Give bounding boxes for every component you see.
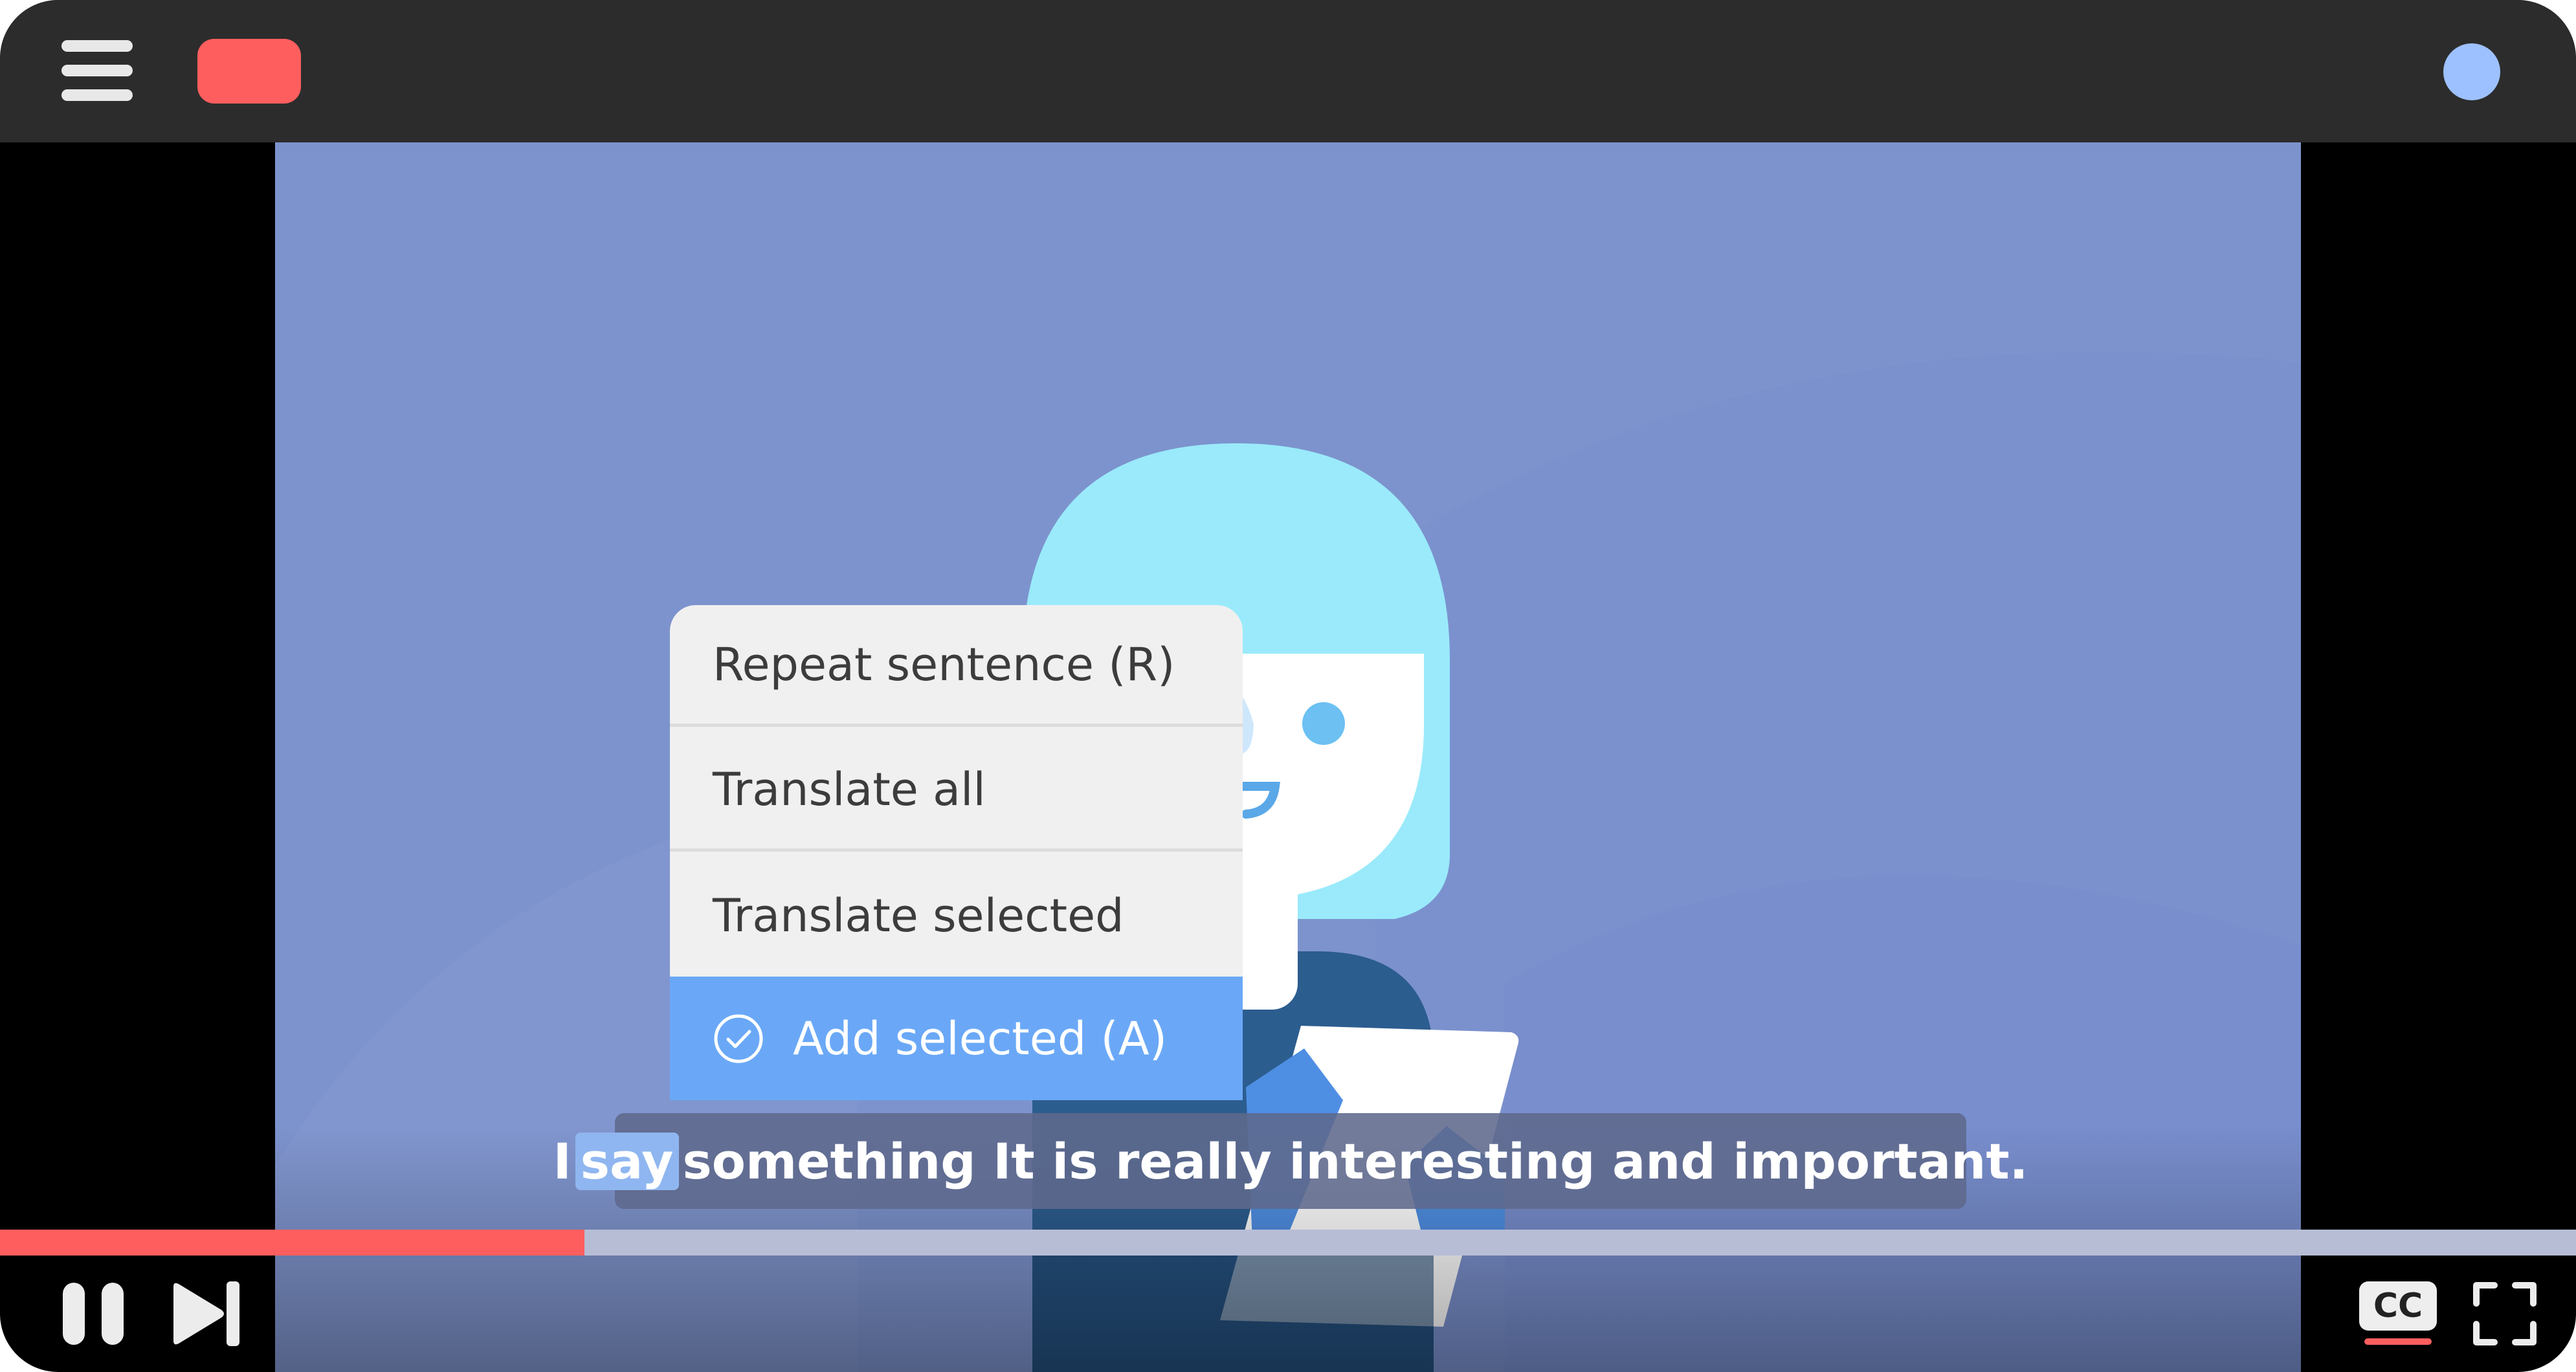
- check-circle-icon: [714, 1014, 763, 1063]
- top-bar: [0, 0, 2576, 142]
- closed-captions-button[interactable]: CC: [2359, 1281, 2437, 1346]
- subtitle-caption[interactable]: Isay something It is really interesting a…: [553, 1113, 2028, 1209]
- menu-item-translate-selected[interactable]: Translate selected: [670, 855, 1243, 977]
- menu-item-label: Translate selected: [713, 889, 1124, 942]
- menu-item-add-selected[interactable]: Add selected (A): [670, 977, 1243, 1100]
- avatar[interactable]: [2443, 43, 2500, 100]
- fullscreen-icon[interactable]: [2472, 1281, 2537, 1346]
- menu-item-label: Translate all: [713, 762, 986, 816]
- menu-item-repeat-sentence[interactable]: Repeat sentence (R): [670, 605, 1243, 727]
- skip-next-icon[interactable]: [170, 1281, 241, 1346]
- pause-icon[interactable]: [61, 1281, 126, 1346]
- cc-icon: CC: [2359, 1281, 2437, 1331]
- logo-badge[interactable]: [197, 39, 301, 104]
- menu-item-label: Add selected (A): [793, 1012, 1168, 1065]
- menu-item-label: Repeat sentence (R): [713, 637, 1175, 691]
- subtitle-context-menu: Repeat sentence (R) Translate all Transl…: [670, 605, 1243, 1100]
- subtitle-text-before: I: [553, 1132, 572, 1190]
- menu-item-translate-all[interactable]: Translate all: [670, 730, 1243, 852]
- subtitle-text-after: something It is really interesting and i…: [682, 1132, 2028, 1190]
- video-player: Repeat sentence (R) Translate all Transl…: [0, 0, 2576, 1372]
- hamburger-menu-icon[interactable]: [61, 40, 133, 101]
- subtitle-selected-word[interactable]: say: [575, 1132, 679, 1190]
- progress-played: [0, 1230, 585, 1256]
- cc-active-indicator: [2364, 1338, 2432, 1345]
- progress-bar[interactable]: [0, 1230, 2576, 1256]
